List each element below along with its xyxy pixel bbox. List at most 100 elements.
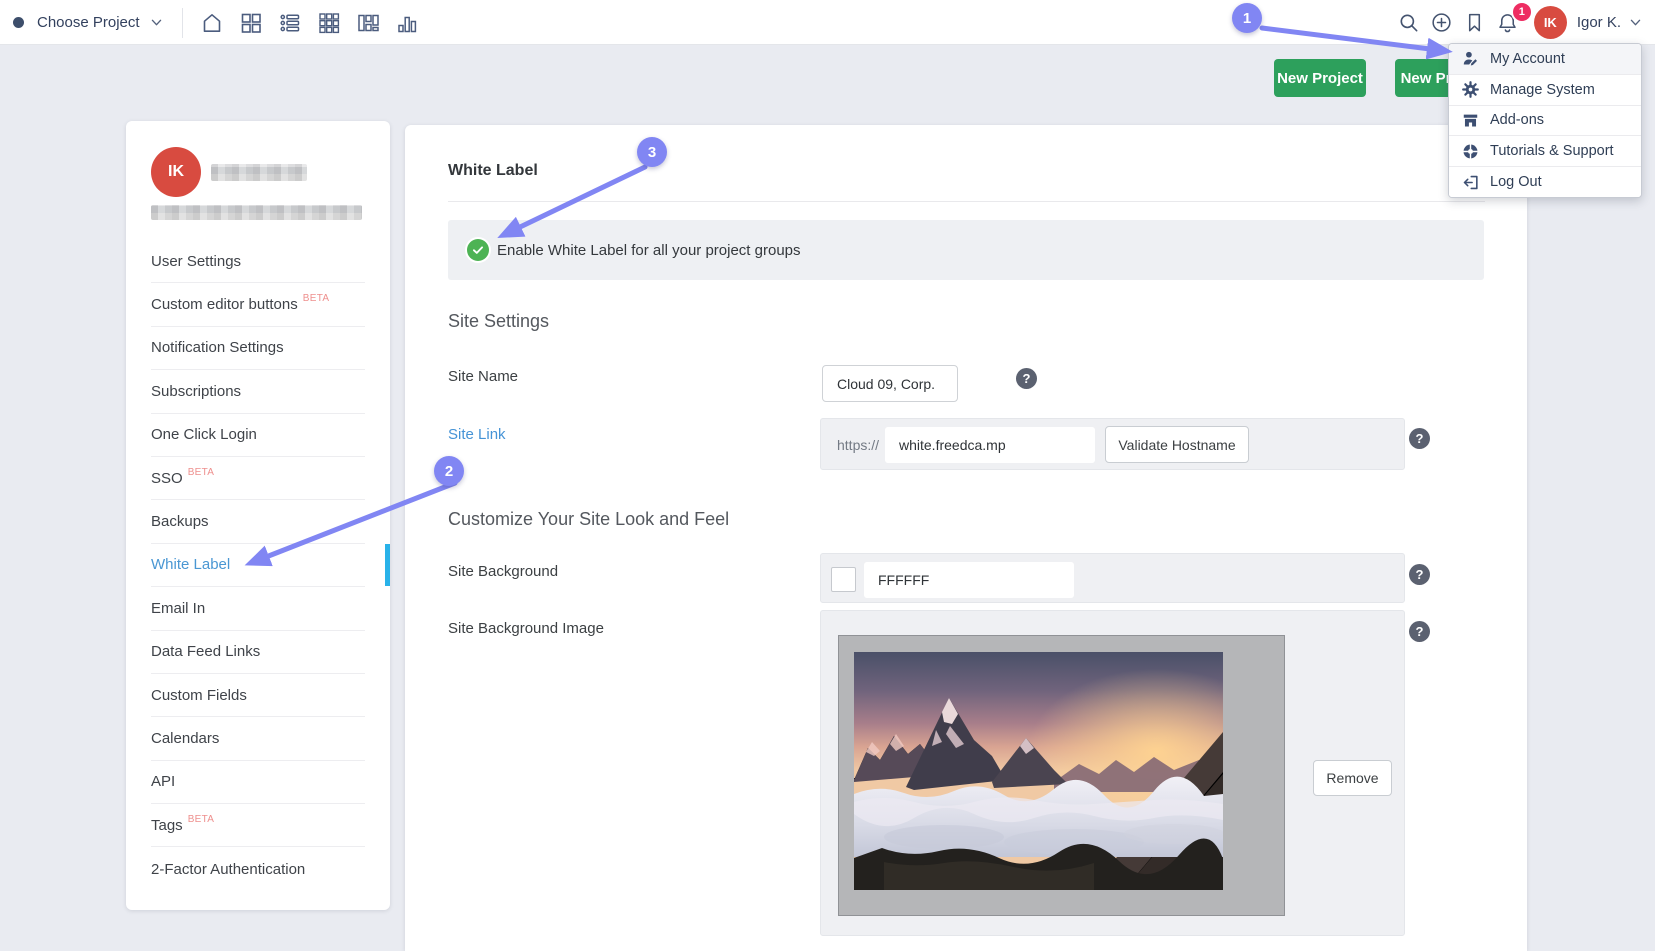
beta-badge: BETA: [188, 467, 215, 478]
new-project-button[interactable]: New Project: [1274, 59, 1366, 97]
sidebar-item-2-factor-authentication[interactable]: 2-Factor Authentication: [151, 847, 365, 890]
list-view-icon[interactable]: [277, 10, 303, 36]
menu-item-label: My Account: [1490, 51, 1565, 67]
site-link-label[interactable]: Site Link: [448, 426, 506, 443]
redacted-username: [211, 164, 307, 181]
enable-white-label-text: Enable White Label for all your project …: [497, 220, 801, 280]
site-background-group: [820, 553, 1405, 603]
sidebar-avatar: IK: [151, 147, 201, 197]
site-link-help-icon[interactable]: ?: [1409, 428, 1430, 449]
site-background-image-label: Site Background Image: [448, 620, 604, 637]
sidebar-item-calendars[interactable]: Calendars: [151, 717, 365, 760]
sidebar-item-tags[interactable]: Tags BETA: [151, 804, 365, 847]
user-menu-chevron-icon[interactable]: [1628, 15, 1643, 30]
sidebar-item-api[interactable]: API: [151, 761, 365, 804]
redacted-email: [151, 205, 362, 220]
beta-badge: BETA: [303, 293, 330, 304]
sidebar-item-subscriptions[interactable]: Subscriptions: [151, 370, 365, 413]
background-image-preview: [854, 652, 1223, 890]
choose-project-dropdown[interactable]: Choose Project: [37, 14, 140, 31]
sidebar-item-label: User Settings: [151, 253, 241, 270]
menu-item-label: Add-ons: [1490, 112, 1544, 128]
navbar-divider: [182, 8, 183, 38]
navbar-right: 1 IK Igor K.: [1397, 0, 1643, 45]
sidebar-item-label: Tags: [151, 817, 183, 834]
search-icon[interactable]: [1397, 11, 1421, 35]
add-icon[interactable]: [1430, 11, 1454, 35]
sidebar-item-label: One Click Login: [151, 426, 257, 443]
avatar[interactable]: IK: [1534, 6, 1567, 39]
menu-item-tutorials-support[interactable]: Tutorials & Support: [1449, 136, 1641, 167]
menu-item-label: Manage System: [1490, 82, 1595, 98]
step-badge-1: 1: [1232, 3, 1262, 33]
validate-hostname-button[interactable]: Validate Hostname: [1105, 426, 1249, 463]
sidebar-item-email-in[interactable]: Email In: [151, 587, 365, 630]
site-link-group: https:// Validate Hostname: [820, 418, 1405, 470]
sidebar-item-label: Backups: [151, 513, 209, 530]
background-color-swatch[interactable]: [831, 567, 856, 592]
sidebar-item-sso[interactable]: SSOBETA: [151, 457, 365, 500]
site-background-label: Site Background: [448, 563, 558, 580]
sidebar-item-one-click-login[interactable]: One Click Login: [151, 414, 365, 457]
enable-white-label-banner: Enable White Label for all your project …: [448, 220, 1484, 280]
username[interactable]: Igor K.: [1577, 14, 1621, 31]
background-color-input[interactable]: [864, 562, 1074, 598]
sidebar-item-data-feed-links[interactable]: Data Feed Links: [151, 631, 365, 674]
logout-icon: [1461, 173, 1480, 192]
sidebar-item-user-settings[interactable]: User Settings: [151, 240, 365, 283]
home-icon[interactable]: [199, 10, 225, 36]
navbar-left: Choose Project: [0, 0, 420, 45]
notification-count-badge: 1: [1511, 1, 1533, 23]
remove-image-button[interactable]: Remove: [1313, 760, 1392, 796]
beta-badge: BETA: [188, 814, 215, 825]
title-divider: [448, 201, 1485, 202]
page-title: White Label: [448, 162, 538, 180]
menu-item-label: Tutorials & Support: [1490, 143, 1614, 159]
menu-item-my-account[interactable]: My Account: [1449, 44, 1641, 75]
chevron-down-icon[interactable]: [149, 15, 164, 30]
protocol-prefix: https://: [837, 419, 879, 471]
customize-heading: Customize Your Site Look and Feel: [448, 509, 729, 530]
sidebar-item-label: Data Feed Links: [151, 643, 260, 660]
bookmark-icon[interactable]: [1463, 11, 1487, 35]
bar-chart-icon[interactable]: [394, 10, 420, 36]
sidebar-item-notification-settings[interactable]: Notification Settings: [151, 327, 365, 370]
sidebar-item-backups[interactable]: Backups: [151, 500, 365, 543]
site-background-help-icon[interactable]: ?: [1409, 564, 1430, 585]
white-label-panel: White Label Enable White Label for all y…: [405, 125, 1527, 951]
sidebar-item-custom-fields[interactable]: Custom Fields: [151, 674, 365, 717]
site-background-image-help-icon[interactable]: ?: [1409, 621, 1430, 642]
notifications-button[interactable]: 1: [1496, 11, 1520, 35]
board-columns-icon[interactable]: [355, 10, 381, 36]
site-settings-heading: Site Settings: [448, 311, 549, 332]
step-badge-2: 2: [434, 456, 464, 486]
sidebar-item-label: Calendars: [151, 730, 219, 747]
sidebar-item-custom-editor-buttons[interactable]: Custom editor buttonsBETA: [151, 283, 365, 326]
menu-item-manage-system[interactable]: Manage System: [1449, 75, 1641, 106]
menu-item-log-out[interactable]: Log Out: [1449, 167, 1641, 197]
sidebar-menu: User Settings Custom editor buttonsBETA No…: [151, 240, 365, 891]
view-switcher: [199, 10, 420, 36]
menu-item-label: Log Out: [1490, 174, 1542, 190]
lifebuoy-icon: [1461, 142, 1480, 161]
sidebar-item-label: Subscriptions: [151, 383, 241, 400]
top-navbar: Choose Project 1 IK Igor K.: [0, 0, 1655, 45]
account-dropdown-menu: My Account Manage System Add-ons Tutorials …: [1448, 43, 1642, 198]
site-name-help-icon[interactable]: ?: [1016, 368, 1037, 389]
site-link-input[interactable]: [885, 427, 1095, 463]
enabled-check-icon[interactable]: [467, 239, 489, 261]
menu-item-add-ons[interactable]: Add-ons: [1449, 106, 1641, 137]
grid-3x3-icon[interactable]: [316, 10, 342, 36]
brand-dot-icon: [13, 17, 24, 28]
sidebar-item-label: White Label: [151, 556, 230, 573]
sidebar-item-white-label[interactable]: White Label: [151, 544, 365, 587]
site-background-image-group: Remove: [820, 610, 1405, 936]
gear-icon: [1461, 80, 1480, 99]
sidebar-item-label: Custom Fields: [151, 687, 247, 704]
background-image-frame: [838, 635, 1285, 916]
site-name-label: Site Name: [448, 368, 518, 385]
sidebar-item-label: Notification Settings: [151, 339, 284, 356]
site-name-input[interactable]: [822, 365, 958, 402]
sidebar-item-label: Email In: [151, 600, 205, 617]
grid-2x2-icon[interactable]: [238, 10, 264, 36]
